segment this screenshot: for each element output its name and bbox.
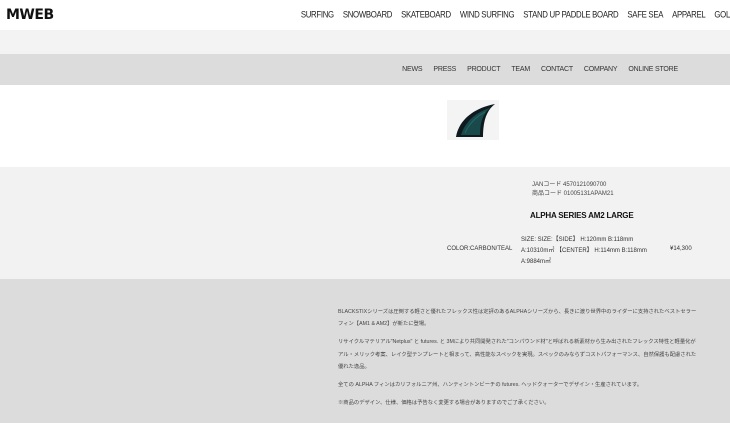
nav-apparel[interactable]: APPAREL <box>672 9 706 19</box>
product-image-area <box>0 85 730 167</box>
desc-paragraph: リサイクルマテリアル"Netplus" と futures. と 3Mにより共同… <box>338 339 697 370</box>
nav-surfing[interactable]: SURFING <box>301 9 334 19</box>
subnav-contact[interactable]: CONTACT <box>541 66 573 73</box>
nav-sup[interactable]: STAND UP PADDLE BOARD <box>523 9 618 19</box>
nav-snowboard[interactable]: SNOWBOARD <box>343 9 393 19</box>
desc-note: ※商品のデザイン、仕様、価格は予告なく変更する場合がありますのでご了承ください。 <box>338 400 550 407</box>
product-size: SIZE: SIZE:【SIDE】 H:120mm B:118mm A:1031… <box>521 235 647 268</box>
desc-paragraph: BLACKSTIXシリーズは圧倒する軽さと優れたフレックス性は定評のあるALPH… <box>338 309 697 328</box>
top-header: MWEB SURFING SNOWBOARD SKATEBOARD WIND S… <box>0 0 730 30</box>
product-name: ALPHA SERIES AM2 LARGE <box>530 211 634 220</box>
size-line: SIZE: SIZE:【SIDE】 H:120mm B:118mm <box>521 237 634 243</box>
product-price: ¥14,300 <box>670 246 692 252</box>
fin-image[interactable] <box>447 100 499 140</box>
subnav-product[interactable]: PRODUCT <box>467 66 500 73</box>
sub-nav: NEWS PRESS PRODUCT TEAM CONTACT COMPANY … <box>0 54 730 85</box>
subnav-online-store[interactable]: ONLINE STORE <box>628 66 678 73</box>
nav-wind-surfing[interactable]: WIND SURFING <box>460 9 515 19</box>
subnav-team[interactable]: TEAM <box>511 66 530 73</box>
product-codes: JANコード 4570121090700 商品コード 01005131APAM2… <box>532 181 614 199</box>
size-line: A:9884m㎡ <box>521 259 552 265</box>
subnav-company[interactable]: COMPANY <box>584 66 618 73</box>
description-text: BLACKSTIXシリーズは圧倒する軽さと優れたフレックス性は定評のあるALPH… <box>338 306 698 415</box>
product-code: 商品コード 01005131APAM21 <box>532 191 614 197</box>
product-color: COLOR:CARBON/TEAL <box>447 246 513 252</box>
size-line: A:10310m㎡ 【CENTER】 H:114mm B:118mm <box>521 248 647 254</box>
site-logo[interactable]: MWEB <box>6 7 54 23</box>
nav-safe-sea[interactable]: SAFE SEA <box>627 9 663 19</box>
subnav-news[interactable]: NEWS <box>402 66 422 73</box>
desc-paragraph: 全ての ALPHA フィンはカリフォルニア州、ハンティントンビーチの futur… <box>338 382 643 389</box>
nav-golf[interactable]: GOL <box>714 9 730 19</box>
subnav-press[interactable]: PRESS <box>433 66 456 73</box>
jan-code: JANコード 4570121090700 <box>532 182 607 188</box>
spacer-band <box>0 30 730 54</box>
top-nav: SURFING SNOWBOARD SKATEBOARD WIND SURFIN… <box>292 9 730 19</box>
nav-skateboard[interactable]: SKATEBOARD <box>401 9 451 19</box>
